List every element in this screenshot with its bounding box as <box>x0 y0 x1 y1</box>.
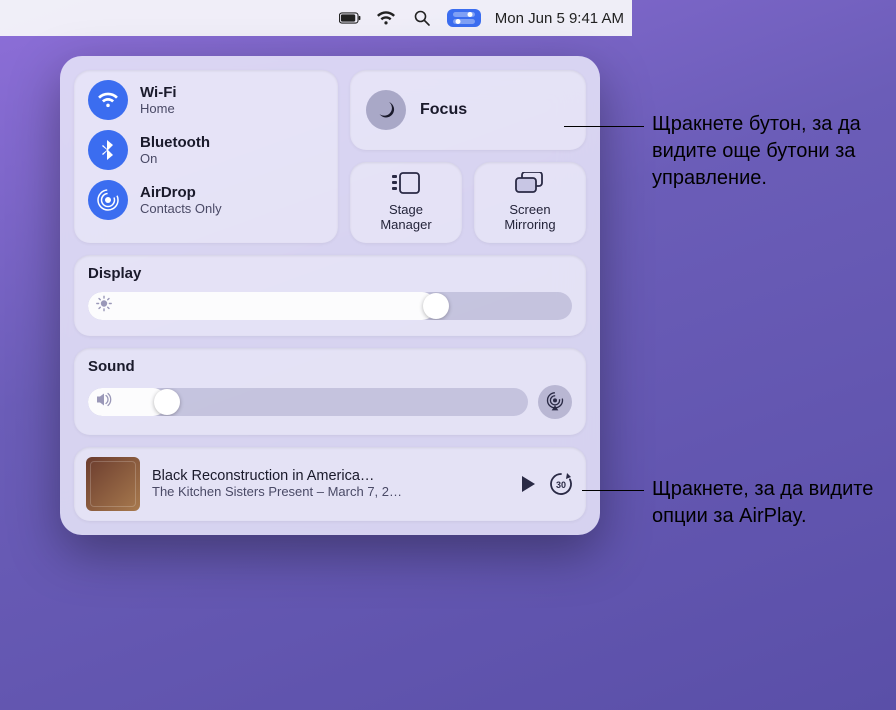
airplay-icon <box>545 392 565 412</box>
moon-icon <box>366 90 406 130</box>
wifi-toggle[interactable]: Wi-Fi Home <box>88 80 324 120</box>
wifi-icon <box>88 80 128 120</box>
control-center-panel: Wi-Fi Home Bluetooth On AirDrop <box>60 56 600 535</box>
bluetooth-label: Bluetooth <box>140 134 210 151</box>
menubar: Mon Jun 5 9:41 AM <box>0 0 632 36</box>
wifi-status: Home <box>140 101 177 116</box>
stage-manager-icon <box>392 172 420 199</box>
bluetooth-status: On <box>140 151 210 166</box>
brightness-icon <box>96 295 112 316</box>
callout-line <box>564 126 644 127</box>
spotlight-icon[interactable] <box>411 7 433 29</box>
menubar-datetime[interactable]: Mon Jun 5 9:41 AM <box>495 10 624 27</box>
airdrop-label: AirDrop <box>140 184 222 201</box>
mirror-label-1: Screen <box>509 202 550 217</box>
skip-forward-button[interactable]: 30 <box>548 471 574 497</box>
sound-label: Sound <box>88 358 572 375</box>
airdrop-status: Contacts Only <box>140 201 222 216</box>
sound-section: Sound <box>74 348 586 435</box>
control-center-icon[interactable] <box>447 9 481 27</box>
brightness-slider[interactable] <box>88 292 572 320</box>
airdrop-icon <box>88 180 128 220</box>
battery-icon[interactable] <box>339 7 361 29</box>
bluetooth-icon <box>88 130 128 170</box>
volume-slider[interactable] <box>88 388 528 416</box>
display-section: Display <box>74 255 586 336</box>
callout-focus: Щракнете бутон, за да видите още бутони … <box>652 111 882 192</box>
now-playing-tile[interactable]: Black Reconstruction in America… The Kit… <box>74 447 586 521</box>
display-label: Display <box>88 265 572 282</box>
play-button[interactable] <box>520 475 536 493</box>
network-tile: Wi-Fi Home Bluetooth On AirDrop <box>74 70 338 243</box>
screen-mirroring-button[interactable]: ScreenMirroring <box>474 162 586 243</box>
screen-mirroring-icon <box>515 172 545 199</box>
svg-text:30: 30 <box>556 480 566 490</box>
callout-airplay: Щракнете, за да видите опции за AirPlay. <box>652 476 882 530</box>
stage-label-2: Manager <box>380 217 431 232</box>
speaker-icon <box>96 392 112 411</box>
airdrop-toggle[interactable]: AirDrop Contacts Only <box>88 180 324 220</box>
album-art <box>86 457 140 511</box>
callout-line <box>582 490 644 491</box>
now-playing-subtitle: The Kitchen Sisters Present – March 7, 2… <box>152 484 508 499</box>
wifi-label: Wi-Fi <box>140 84 177 101</box>
focus-label: Focus <box>420 101 467 119</box>
now-playing-title: Black Reconstruction in America… <box>152 468 508 484</box>
stage-label-1: Stage <box>389 202 423 217</box>
focus-button[interactable]: Focus <box>350 70 586 150</box>
bluetooth-toggle[interactable]: Bluetooth On <box>88 130 324 170</box>
wifi-icon[interactable] <box>375 7 397 29</box>
mirror-label-2: Mirroring <box>504 217 555 232</box>
airplay-audio-button[interactable] <box>538 385 572 419</box>
stage-manager-button[interactable]: StageManager <box>350 162 462 243</box>
